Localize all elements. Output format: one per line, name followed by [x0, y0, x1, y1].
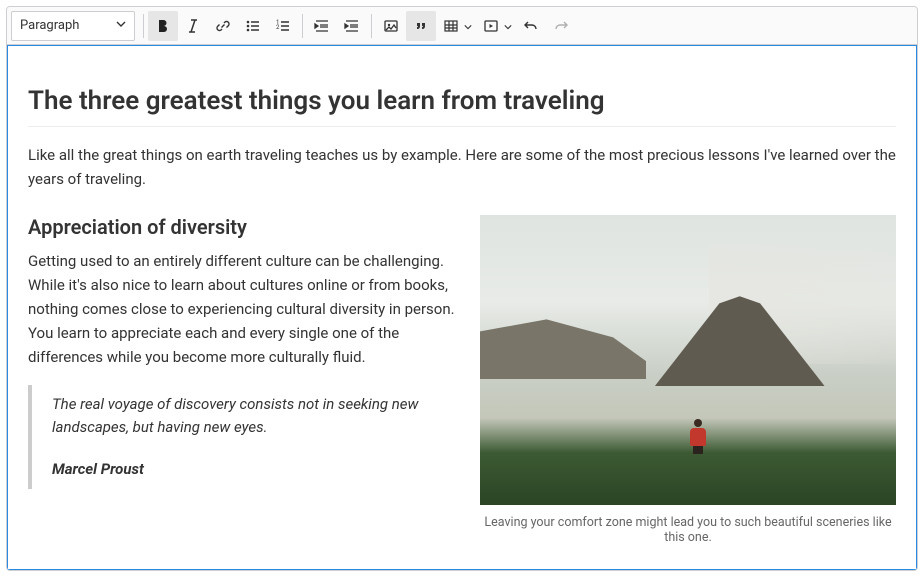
- undo-button[interactable]: [516, 11, 546, 41]
- divider: [28, 126, 896, 127]
- figure-column: Leaving your comfort zone might lead you…: [480, 215, 896, 545]
- media-button[interactable]: [476, 11, 506, 41]
- svg-text:2: 2: [276, 24, 280, 31]
- separator: [143, 14, 144, 38]
- text-column: Appreciation of diversity Getting used t…: [28, 215, 458, 545]
- table-button[interactable]: [436, 11, 466, 41]
- bold-button[interactable]: [148, 11, 178, 41]
- ridge-detail: [480, 319, 646, 379]
- block-quote[interactable]: The real voyage of discovery consists no…: [28, 385, 458, 489]
- image-button[interactable]: [376, 11, 406, 41]
- chevron-down-icon: [116, 18, 126, 33]
- landscape-image[interactable]: [480, 215, 896, 505]
- article-figure[interactable]: Leaving your comfort zone might lead you…: [480, 215, 896, 545]
- toolbar: Paragraph 12: [7, 7, 917, 45]
- section-body[interactable]: Getting used to an entirely different cu…: [28, 249, 458, 369]
- blockquote-button[interactable]: [406, 11, 436, 41]
- separator: [371, 14, 372, 38]
- heading-dropdown-label: Paragraph: [20, 18, 79, 33]
- figure-caption[interactable]: Leaving your comfort zone might lead you…: [480, 515, 896, 545]
- two-column-layout: Appreciation of diversity Getting used t…: [28, 215, 896, 545]
- redo-button[interactable]: [546, 11, 576, 41]
- quote-text: The real voyage of discovery consists no…: [52, 395, 418, 436]
- page-title[interactable]: The three greatest things you learn from…: [28, 86, 896, 116]
- italic-button[interactable]: [178, 11, 208, 41]
- hiker-detail: [688, 419, 708, 453]
- chevron-down-icon[interactable]: [464, 16, 472, 35]
- content-area[interactable]: The three greatest things you learn from…: [7, 45, 917, 570]
- heading-dropdown[interactable]: Paragraph: [11, 11, 135, 41]
- section-heading[interactable]: Appreciation of diversity: [28, 215, 458, 239]
- indent-button[interactable]: [337, 11, 367, 41]
- chevron-down-icon[interactable]: [504, 16, 512, 35]
- intro-paragraph[interactable]: Like all the great things on earth trave…: [28, 143, 896, 191]
- separator: [302, 14, 303, 38]
- quote-author: Marcel Proust: [52, 458, 458, 481]
- editor: Paragraph 12: [6, 6, 918, 571]
- link-button[interactable]: [208, 11, 238, 41]
- numbered-list-button[interactable]: 12: [268, 11, 298, 41]
- bulleted-list-button[interactable]: [238, 11, 268, 41]
- outdent-button[interactable]: [307, 11, 337, 41]
